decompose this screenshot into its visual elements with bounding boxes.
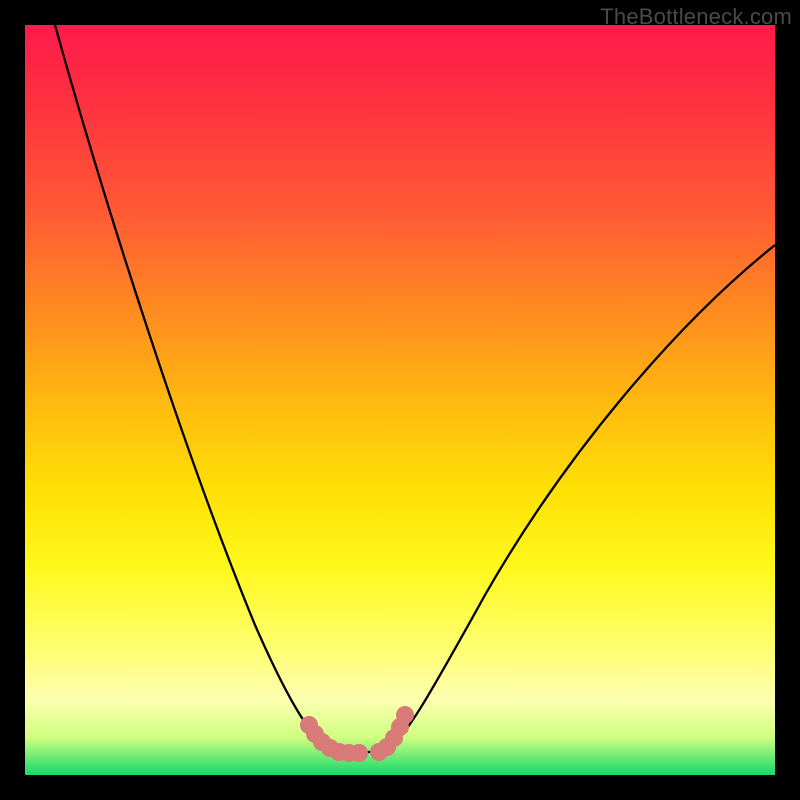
left-curve [55,25,335,752]
curve-layer [55,25,775,752]
marker-layer [300,706,414,762]
chart-svg [25,25,775,775]
right-curve [385,245,775,752]
marker-dot [350,744,368,762]
chart-plot-area [25,25,775,775]
watermark-text: TheBottleneck.com [600,4,792,30]
marker-dot [396,706,414,724]
